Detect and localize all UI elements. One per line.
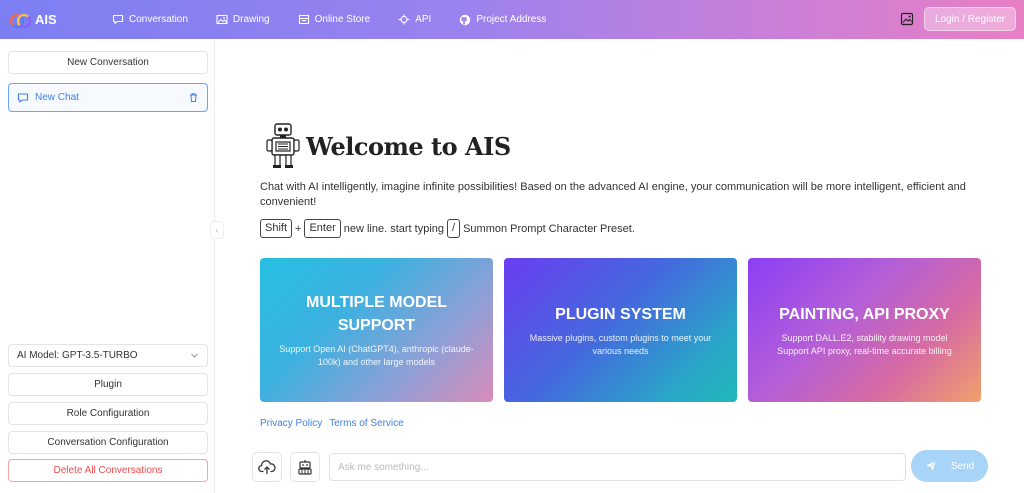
logo-icon <box>10 13 31 28</box>
role-configuration-button[interactable]: Role Configuration <box>8 402 208 425</box>
delete-all-conversations-button[interactable]: Delete All Conversations <box>8 459 208 482</box>
nav-api[interactable]: API <box>398 14 431 25</box>
new-conversation-button[interactable]: New Conversation <box>8 51 208 74</box>
logo[interactable]: AIS <box>10 12 102 28</box>
feature-card-title: PLUGIN SYSTEM <box>555 305 686 323</box>
plugin-button[interactable]: Plugin <box>8 373 208 396</box>
chat-input-bar: Send <box>252 450 992 484</box>
nav-online-store-label: Online Store <box>314 14 371 25</box>
hint-text-summon: Summon Prompt Character Preset. <box>463 222 635 235</box>
feature-card-title: MULTIPLE MODEL SUPPORT <box>305 294 448 334</box>
login-register-button[interactable]: Login / Register <box>924 7 1016 31</box>
nav-drawing[interactable]: Drawing <box>216 14 270 25</box>
chevron-down-icon <box>190 351 199 360</box>
header-actions: Login / Register <box>900 7 1016 31</box>
feature-card-models: MULTIPLE MODEL SUPPORT Support Open AI (… <box>260 258 493 402</box>
nav-project-address[interactable]: Project Address <box>459 14 546 25</box>
nav-drawing-label: Drawing <box>232 14 270 25</box>
welcome-description: Chat with AI intelligently, imagine infi… <box>260 181 966 208</box>
cloud-upload-icon <box>258 460 276 475</box>
main-content: Welcome to AIS Chat with AI intelligentl… <box>216 39 1024 493</box>
nav-project-address-label: Project Address <box>476 14 547 25</box>
robot-icon <box>266 123 300 168</box>
keyboard-hint: Shift + Enter new line. start typing / S… <box>260 219 635 238</box>
chat-message-input[interactable] <box>329 453 906 481</box>
slash-key: / <box>447 219 461 238</box>
nav-api-label: API <box>415 14 432 25</box>
hint-text-newline: new line. start typing <box>343 222 445 235</box>
sidebar: New Conversation New Chat AI Model: GPT-… <box>0 39 215 493</box>
robot-icon <box>298 460 312 475</box>
image-icon <box>216 14 228 25</box>
ai-model-select[interactable]: AI Model: GPT-3.5-TURBO <box>8 344 208 367</box>
feature-card-desc: Support DALL.E2, stability drawing model… <box>777 332 952 356</box>
feature-card-plugins: PLUGIN SYSTEM Massive plugins, custom pl… <box>504 258 737 402</box>
terms-of-service-link[interactable]: Terms of Service <box>329 418 403 429</box>
plus-sign: + <box>295 222 302 235</box>
nav-conversation-label: Conversation <box>129 14 188 25</box>
upload-button[interactable] <box>252 452 282 482</box>
feature-card-painting: PAINTING, API PROXY Support DALL.E2, sta… <box>748 258 981 402</box>
chat-bubble-icon <box>112 14 124 25</box>
welcome-header: Welcome to AIS <box>266 123 511 169</box>
prompt-preset-button[interactable] <box>290 452 320 482</box>
footer-links: Privacy Policy Terms of Service <box>260 418 411 429</box>
send-button[interactable]: Send <box>911 450 988 482</box>
send-button-label: Send <box>950 460 975 472</box>
chat-item-label: New Chat <box>35 92 79 103</box>
chat-bubble-icon <box>17 92 29 104</box>
store-icon <box>298 14 310 25</box>
feature-cards: MULTIPLE MODEL SUPPORT Support Open AI (… <box>260 258 992 402</box>
nav-conversation[interactable]: Conversation <box>112 14 188 25</box>
feature-card-title: PAINTING, API PROXY <box>779 305 950 323</box>
main-nav: Conversation Drawing Online Store API Pr… <box>102 14 574 25</box>
trash-icon[interactable] <box>188 92 199 103</box>
ai-model-select-value: AI Model: GPT-3.5-TURBO <box>17 350 138 361</box>
privacy-policy-link[interactable]: Privacy Policy <box>260 418 322 429</box>
top-header: AIS Conversation Drawing Online Store AP… <box>0 0 1024 39</box>
image-upload-icon[interactable] <box>900 12 914 26</box>
api-icon <box>398 14 410 25</box>
enter-key: Enter <box>304 219 341 238</box>
shift-key: Shift <box>260 219 293 238</box>
github-icon <box>459 14 471 25</box>
chat-list-item[interactable]: New Chat <box>8 83 208 112</box>
app-name: AIS <box>35 12 57 27</box>
feature-card-desc: Massive plugins, custom plugins to meet … <box>529 332 712 356</box>
feature-card-desc: Support Open AI (ChatGPT4), anthropic (c… <box>279 344 474 367</box>
nav-online-store[interactable]: Online Store <box>298 14 371 25</box>
welcome-title: Welcome to AIS <box>306 131 511 161</box>
conversation-configuration-button[interactable]: Conversation Configuration <box>8 431 208 454</box>
send-icon <box>925 460 937 472</box>
